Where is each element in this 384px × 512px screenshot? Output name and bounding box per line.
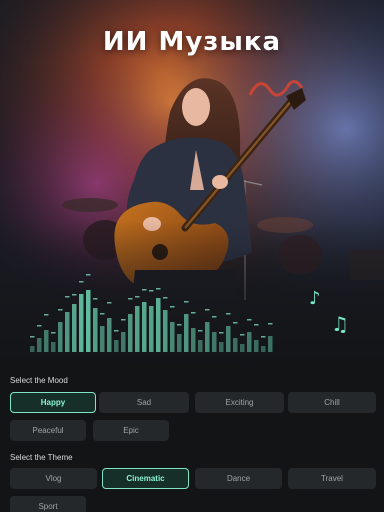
equalizer-bar (107, 318, 112, 352)
equalizer-peak (135, 296, 140, 298)
equalizer-peak (72, 294, 77, 296)
equalizer-peak (86, 274, 91, 276)
equalizer-bar (142, 302, 147, 352)
equalizer-bar (149, 306, 154, 352)
equalizer-bar (219, 342, 224, 352)
equalizer-bar (37, 338, 42, 352)
theme-chip-travel[interactable]: Travel (288, 468, 376, 489)
equalizer-peak (268, 323, 273, 325)
equalizer-peak (44, 314, 49, 316)
equalizer-bar (233, 338, 238, 352)
equalizer-peak (170, 306, 175, 308)
equalizer-peak (79, 281, 84, 283)
equalizer-bar (93, 308, 98, 352)
equalizer-bar (205, 322, 210, 352)
equalizer-bar (65, 312, 70, 352)
equalizer-peak (163, 297, 168, 299)
equalizer-bar (86, 290, 91, 352)
page-title: ИИ Музыка (102, 27, 282, 57)
equalizer-peak (65, 296, 70, 298)
equalizer-bar (72, 304, 77, 352)
equalizer-bar (44, 330, 49, 352)
equalizer-bar (268, 336, 273, 352)
equalizer-bar (254, 340, 259, 352)
equalizer-peak (191, 312, 196, 314)
mood-section-label: Select the Mood (10, 376, 68, 385)
equalizer-peak (261, 336, 266, 338)
equalizer-bar (58, 322, 63, 352)
theme-chip-dance[interactable]: Dance (195, 468, 282, 489)
equalizer-bar (184, 314, 189, 352)
equalizer-bar (212, 332, 217, 352)
equalizer-peak (184, 301, 189, 303)
equalizer-peak (58, 309, 63, 311)
theme-chip-cinematic[interactable]: Cinematic (102, 468, 189, 489)
equalizer-bar (114, 340, 119, 352)
equalizer-peak (205, 309, 210, 311)
equalizer-bar (191, 328, 196, 352)
equalizer-peak (212, 316, 217, 318)
app-screen: ♪ ♫ ИИ Музыка Select the Mood Happy Sad … (0, 0, 384, 512)
equalizer-bar (30, 346, 35, 352)
equalizer-bar (198, 340, 203, 352)
equalizer-peak (128, 298, 133, 300)
mood-chip-happy[interactable]: Happy (10, 392, 96, 413)
mood-chip-chill[interactable]: Chill (288, 392, 376, 413)
mood-chip-epic[interactable]: Epic (93, 420, 169, 441)
equalizer-bar (261, 346, 266, 352)
theme-section-label: Select the Theme (10, 453, 73, 462)
equalizer-peak (142, 289, 147, 291)
equalizer-peak (51, 332, 56, 334)
equalizer-peak (149, 290, 154, 292)
equalizer-peak (30, 336, 35, 338)
mood-chip-exciting[interactable]: Exciting (195, 392, 284, 413)
mood-chip-sad[interactable]: Sad (99, 392, 189, 413)
equalizer-bar (121, 332, 126, 352)
equalizer-bar (100, 326, 105, 352)
equalizer-bar (170, 322, 175, 352)
equalizer-bar (163, 310, 168, 352)
music-note-icon: ♪ (309, 288, 321, 309)
hero-banner: ♪ ♫ ИИ Музыка (0, 0, 384, 368)
equalizer-bar (51, 342, 56, 352)
equalizer-peak (219, 332, 224, 334)
equalizer-bar (177, 334, 182, 352)
equalizer-peak (100, 313, 105, 315)
equalizer-bar (226, 326, 231, 352)
music-notes-icon: ♫ (331, 312, 349, 336)
equalizer-peak (233, 322, 238, 324)
equalizer-bar (79, 294, 84, 352)
equalizer-peak (177, 324, 182, 326)
equalizer-bar (240, 344, 245, 352)
equalizer-bar (247, 332, 252, 352)
equalizer-peak (240, 334, 245, 336)
equalizer-peak (198, 330, 203, 332)
theme-chip-sport[interactable]: Sport (10, 496, 86, 512)
equalizer-peak (37, 325, 42, 327)
mood-chip-peaceful[interactable]: Peaceful (10, 420, 86, 441)
equalizer-peak (156, 288, 161, 290)
equalizer-bar (135, 306, 140, 352)
theme-chip-vlog[interactable]: Vlog (10, 468, 97, 489)
equalizer-peak (226, 313, 231, 315)
equalizer-peak (93, 298, 98, 300)
equalizer-peak (254, 324, 259, 326)
equalizer-peak (121, 319, 126, 321)
equalizer-peak (114, 330, 119, 332)
equalizer-peak (247, 319, 252, 321)
equalizer-bar (128, 314, 133, 352)
equalizer-peak (107, 302, 112, 304)
equalizer-bar (156, 298, 161, 352)
